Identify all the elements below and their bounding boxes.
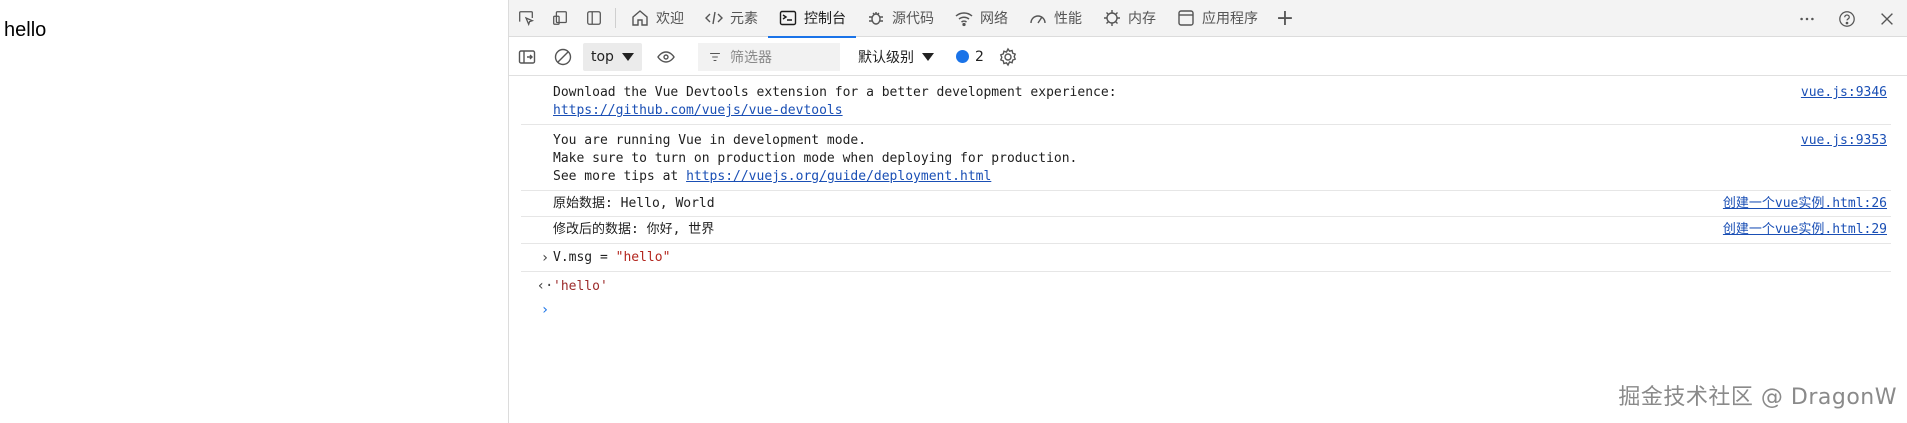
tab-welcome[interactable]: 欢迎 [620,0,694,37]
inspect-element-icon[interactable] [509,0,543,37]
message-link[interactable]: https://vuejs.org/guide/deployment.html [686,169,991,184]
home-icon [632,10,648,26]
context-label: top [591,48,614,65]
more-options-icon[interactable] [1787,0,1827,37]
code-icon [705,11,723,25]
console-message: 修改后的数据: 你好, 世界 创建一个vue实例.html:29 [521,217,1891,244]
filter-input[interactable]: 筛选器 [697,42,840,71]
device-emulation-icon[interactable] [543,0,577,37]
clear-console-icon[interactable] [545,38,581,76]
console-message: Download the Vue Devtools extension for … [521,77,1891,125]
filter-placeholder: 筛选器 [729,49,772,66]
result-value: 'hello' [553,278,608,294]
command-expression: V.msg = [553,250,616,265]
issues-counter[interactable]: 2 [955,48,984,65]
console-result: ‹· 'hello' [521,272,1891,300]
message-text: See more tips at [553,169,687,184]
source-link[interactable]: vue.js:9353 [1801,132,1887,150]
plus-icon: + [1275,5,1295,31]
devtools-window-controls [1787,0,1907,37]
tab-label: 源代码 [892,11,934,27]
wifi-icon [955,12,973,27]
devtools-panel: 欢迎 元素 控制台 源代码 网络 性能 内存 应用程序 + top 筛选器 默认… [508,0,1907,423]
log-level-selector[interactable]: 默认级别 [858,47,934,67]
tab-label: 应用程序 [1202,11,1258,27]
gauge-icon [1030,15,1046,24]
watermark: 掘金技术社区 @ DragonW [1618,385,1897,410]
chevron-down-icon [621,52,634,61]
toolbar-divider [615,8,616,28]
tab-network[interactable]: 网络 [944,0,1018,37]
settings-gear-icon[interactable] [990,38,1026,76]
tab-label: 元素 [730,11,758,27]
console-command: › V.msg = "hello" [521,244,1891,272]
tab-label: 性能 [1054,11,1082,27]
return-arrow-icon: ‹· [536,278,554,294]
application-icon [1178,10,1194,26]
page-text: hello [4,19,47,41]
message-link[interactable]: https://github.com/vuejs/vue-devtools [553,103,843,118]
log-level-label: 默认级别 [857,49,914,66]
close-icon[interactable] [1867,0,1907,37]
tab-sources[interactable]: 源代码 [856,0,944,37]
memory-icon [1104,10,1120,26]
chevron-right-icon: › [540,249,550,266]
tab-label: 控制台 [804,11,846,27]
tab-label: 内存 [1128,11,1156,27]
console-toolbar: top 筛选器 默认级别 2 [509,38,1907,76]
source-link[interactable]: vue.js:9346 [1801,84,1887,102]
message-text: 修改后的数据: 你好, 世界 [553,222,715,237]
console-message: 原始数据: Hello, World 创建一个vue实例.html:26 [521,191,1891,217]
help-icon[interactable] [1827,0,1867,37]
tab-elements[interactable]: 元素 [694,0,768,37]
console-output: Download the Vue Devtools extension for … [509,77,1907,423]
tab-performance[interactable]: 性能 [1018,0,1092,37]
filter-icon [710,52,720,61]
issues-count: 2 [974,48,984,65]
chevron-down-icon [921,52,934,61]
command-string: "hello" [615,250,671,265]
toggle-sidebar-icon[interactable] [577,0,611,37]
bug-icon [869,12,883,25]
add-tab-button[interactable]: + [1268,0,1302,37]
context-selector[interactable]: top [583,42,642,71]
tab-memory[interactable]: 内存 [1092,0,1166,37]
live-expression-icon[interactable] [648,38,684,76]
console-message: You are running Vue in development mode.… [521,125,1891,191]
tab-application[interactable]: 应用程序 [1166,0,1268,37]
message-text: Make sure to turn on production mode whe… [553,151,1078,166]
sidebar-toggle-icon[interactable] [509,38,545,76]
source-link[interactable]: 创建一个vue实例.html:26 [1723,195,1887,213]
web-page: hello [0,0,508,423]
console-icon [779,10,797,26]
tab-console[interactable]: 控制台 [768,0,856,38]
console-prompt[interactable]: › [521,300,1907,326]
source-link[interactable]: 创建一个vue实例.html:29 [1723,221,1887,239]
issues-icon [955,50,969,63]
prompt-chevron-icon: › [540,302,550,318]
message-text: Download the Vue Devtools extension for … [553,85,1117,100]
message-text: You are running Vue in development mode. [553,133,867,148]
tab-label: 网络 [980,11,1008,27]
tab-label: 欢迎 [656,11,684,27]
devtools-tab-bar: 欢迎 元素 控制台 源代码 网络 性能 内存 应用程序 + [509,0,1907,38]
message-text: 原始数据: Hello, World [553,196,715,211]
